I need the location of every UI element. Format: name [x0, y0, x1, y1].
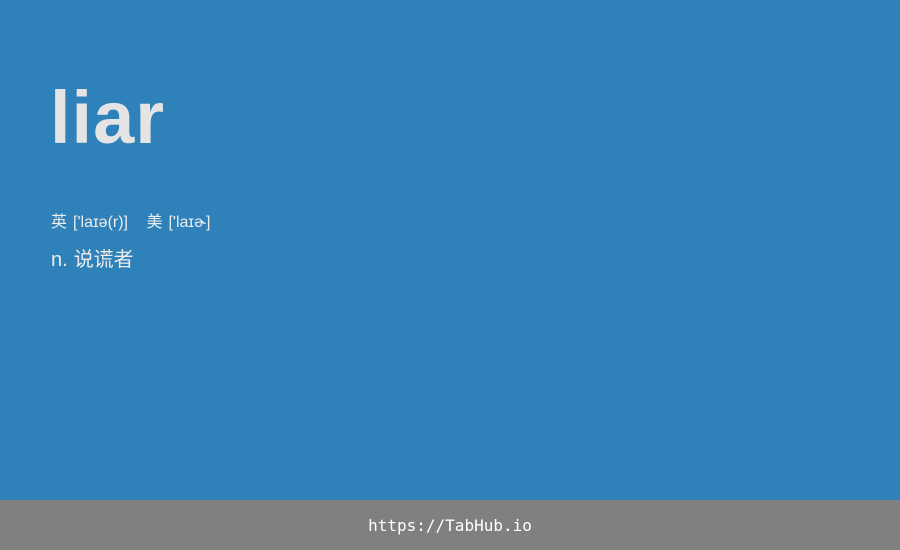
region-label-us: 美 [146, 214, 163, 231]
pronunciations: 英 ['laɪə(r)] 美 ['laɪɚ] [51, 212, 210, 234]
part-of-speech: n. [51, 249, 68, 271]
word-card: liar 英 ['laɪə(r)] 美 ['laɪɚ] n. 说谎者 [0, 0, 900, 500]
meaning: 说谎者 [73, 249, 134, 271]
definition: n. 说谎者 [51, 247, 134, 273]
pronunciation-us: 美 ['laɪɚ] [146, 212, 210, 234]
pronunciation-uk: 英 ['laɪə(r)] [51, 212, 128, 234]
ipa-us: ['laɪɚ] [168, 214, 211, 231]
region-label-uk: 英 [51, 214, 68, 231]
headword: liar [50, 76, 166, 159]
tabhub-link[interactable]: https://TabHub.io [368, 516, 532, 535]
footer-bar: https://TabHub.io [0, 500, 900, 550]
ipa-uk: ['laɪə(r)] [73, 214, 128, 231]
